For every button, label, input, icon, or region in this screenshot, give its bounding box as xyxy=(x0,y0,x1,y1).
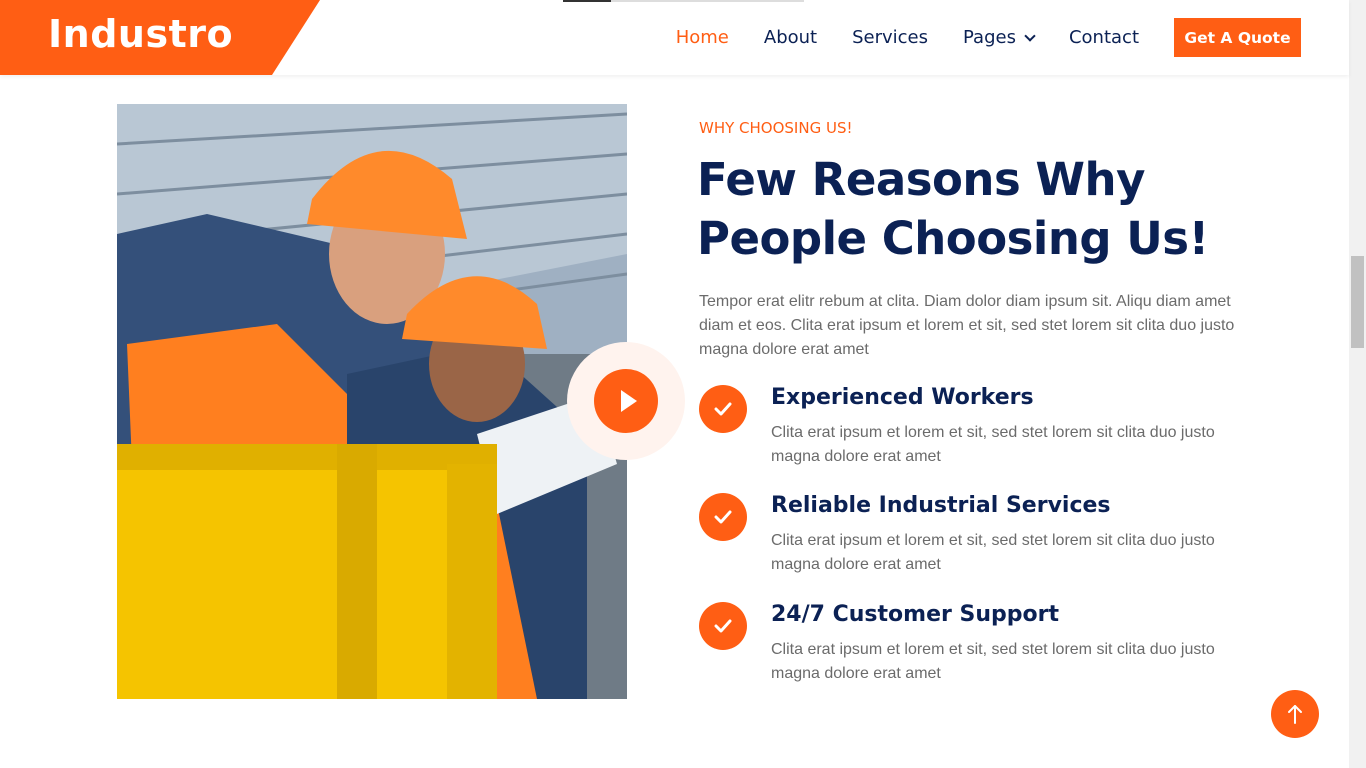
back-to-top-button[interactable] xyxy=(1271,690,1319,738)
nav-link-services[interactable]: Services xyxy=(852,27,928,48)
nav-links: Home About Services Pages Contact Get A … xyxy=(676,0,1349,75)
check-icon xyxy=(699,602,747,650)
chevron-down-icon xyxy=(1024,29,1036,42)
play-icon xyxy=(620,390,637,412)
feature-description: Clita erat ipsum et lorem et sit, sed st… xyxy=(771,532,1215,573)
feature-description: Clita erat ipsum et lorem et sit, sed st… xyxy=(771,641,1215,682)
get-quote-button[interactable]: Get A Quote xyxy=(1174,18,1301,57)
workers-image xyxy=(117,104,627,699)
section-lead: Tempor erat elitr rebum at clita. Diam d… xyxy=(699,293,1235,358)
nav-link-about[interactable]: About xyxy=(764,27,817,48)
image-workers-hardhats-icon xyxy=(117,104,627,699)
arrow-up-icon xyxy=(1288,705,1302,724)
check-icon xyxy=(699,385,747,433)
nav-link-home[interactable]: Home xyxy=(676,27,729,48)
play-video-button[interactable] xyxy=(567,342,685,460)
scrollbar-thumb[interactable] xyxy=(1351,256,1364,348)
brand-logo[interactable]: Industro xyxy=(0,0,320,75)
headline-line-1: Few Reasons Why xyxy=(697,153,1145,206)
nav-link-pages[interactable]: Pages xyxy=(963,27,1036,48)
feature-title: Reliable Industrial Services xyxy=(771,493,1111,518)
feature-description: Clita erat ipsum et lorem et sit, sed st… xyxy=(771,424,1215,465)
nav-link-pages-label: Pages xyxy=(963,27,1016,48)
navbar: Industro Home About Services Pages Conta… xyxy=(0,0,1349,75)
feature-title: Experienced Workers xyxy=(771,385,1034,410)
page-scrollbar[interactable] xyxy=(1349,0,1366,768)
brand-name: Industro xyxy=(48,12,234,56)
section-headline: Few Reasons Why People Choosing Us! xyxy=(697,150,1257,268)
nav-link-contact[interactable]: Contact xyxy=(1069,27,1139,48)
top-progress-fill xyxy=(563,0,611,2)
headline-line-2: People Choosing Us! xyxy=(697,212,1209,265)
check-icon xyxy=(699,493,747,541)
section-eyebrow: WHY CHOOSING US! xyxy=(699,119,853,137)
play-circle xyxy=(594,369,658,433)
feature-title: 24/7 Customer Support xyxy=(771,602,1059,627)
